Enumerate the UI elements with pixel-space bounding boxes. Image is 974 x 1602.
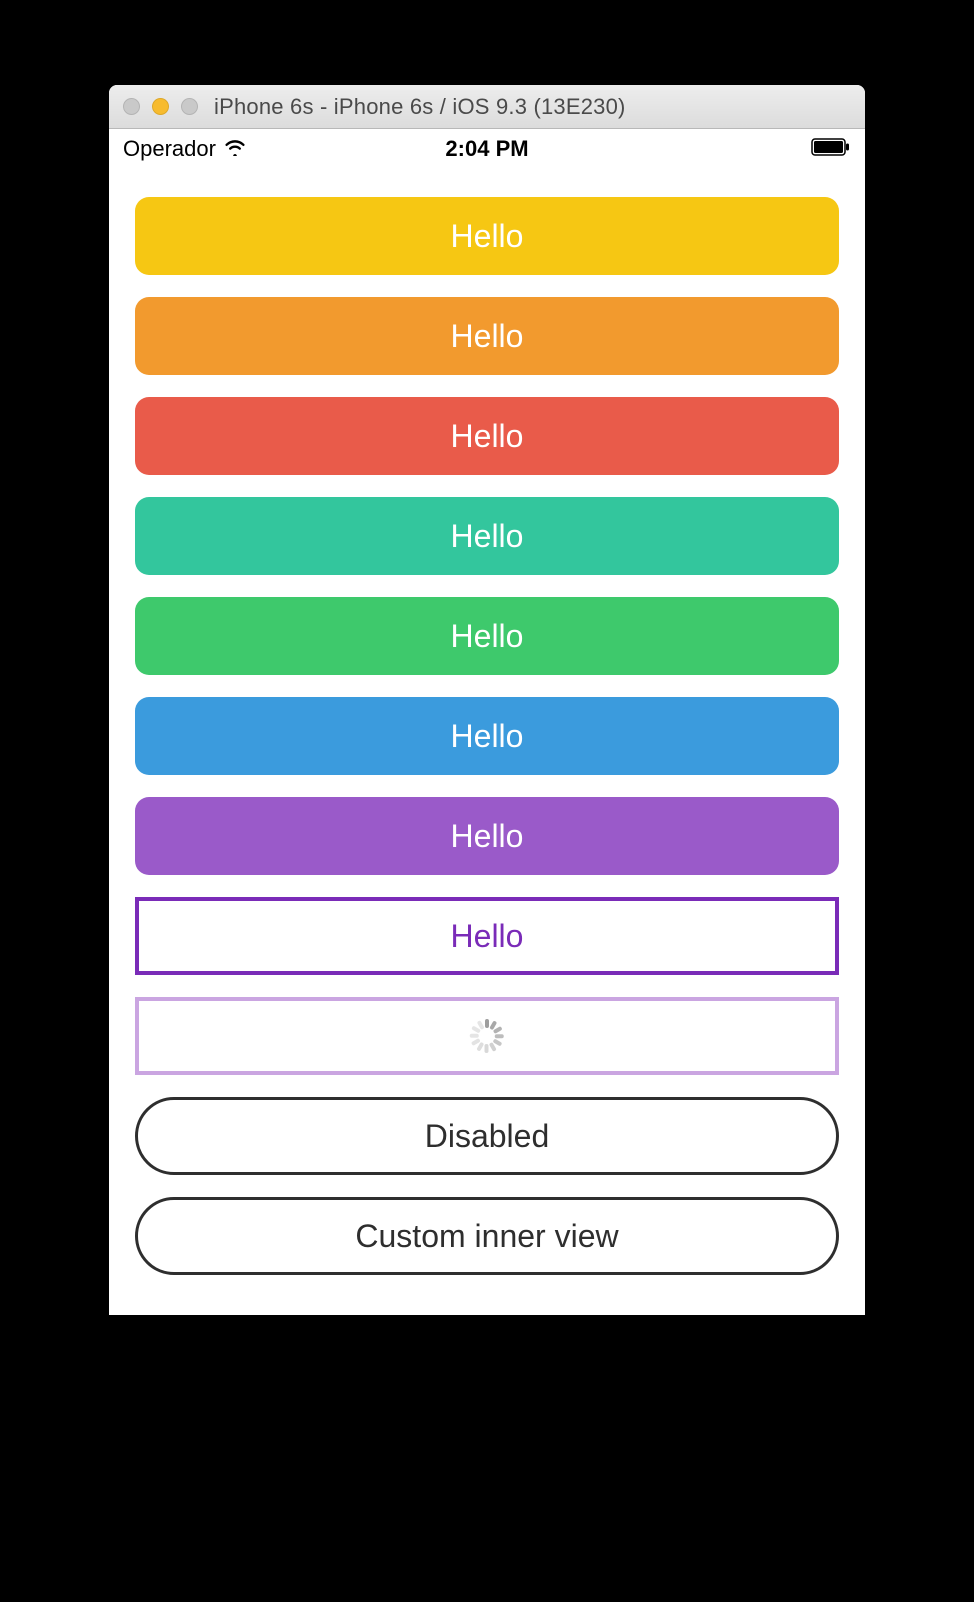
hello-button-green[interactable]: Hello bbox=[135, 597, 839, 675]
button-label: Hello bbox=[451, 618, 524, 655]
window-title: iPhone 6s - iPhone 6s / iOS 9.3 (13E230) bbox=[198, 94, 851, 120]
wifi-icon bbox=[224, 136, 246, 162]
status-bar-time: 2:04 PM bbox=[445, 136, 528, 162]
button-label: Hello bbox=[451, 518, 524, 555]
disabled-button[interactable]: Disabled bbox=[135, 1097, 839, 1175]
loading-button[interactable] bbox=[135, 997, 839, 1075]
custom-inner-view-button[interactable]: Custom inner view bbox=[135, 1197, 839, 1275]
minimize-window-button[interactable] bbox=[152, 98, 169, 115]
maximize-window-button[interactable] bbox=[181, 98, 198, 115]
app-content: Hello Hello Hello Hello Hello Hello Hell… bbox=[109, 169, 865, 1315]
activity-indicator-icon bbox=[470, 1019, 504, 1053]
hello-button-outlined[interactable]: Hello bbox=[135, 897, 839, 975]
button-label: Hello bbox=[451, 418, 524, 455]
button-label: Hello bbox=[451, 718, 524, 755]
hello-button-red[interactable]: Hello bbox=[135, 397, 839, 475]
simulator-window: iPhone 6s - iPhone 6s / iOS 9.3 (13E230)… bbox=[109, 85, 865, 1315]
status-bar-left: Operador bbox=[123, 136, 246, 162]
carrier-label: Operador bbox=[123, 136, 216, 162]
button-label: Hello bbox=[451, 918, 524, 955]
button-label: Hello bbox=[451, 318, 524, 355]
battery-icon bbox=[811, 136, 851, 162]
traffic-lights bbox=[123, 98, 198, 115]
hello-button-blue[interactable]: Hello bbox=[135, 697, 839, 775]
button-label: Hello bbox=[451, 818, 524, 855]
ios-status-bar: Operador 2:04 PM bbox=[109, 129, 865, 169]
close-window-button[interactable] bbox=[123, 98, 140, 115]
window-titlebar: iPhone 6s - iPhone 6s / iOS 9.3 (13E230) bbox=[109, 85, 865, 129]
button-label: Hello bbox=[451, 218, 524, 255]
hello-button-orange[interactable]: Hello bbox=[135, 297, 839, 375]
button-label: Custom inner view bbox=[355, 1218, 618, 1255]
hello-button-yellow[interactable]: Hello bbox=[135, 197, 839, 275]
hello-button-teal[interactable]: Hello bbox=[135, 497, 839, 575]
button-label: Disabled bbox=[425, 1118, 550, 1155]
status-bar-right bbox=[811, 136, 851, 162]
hello-button-purple[interactable]: Hello bbox=[135, 797, 839, 875]
